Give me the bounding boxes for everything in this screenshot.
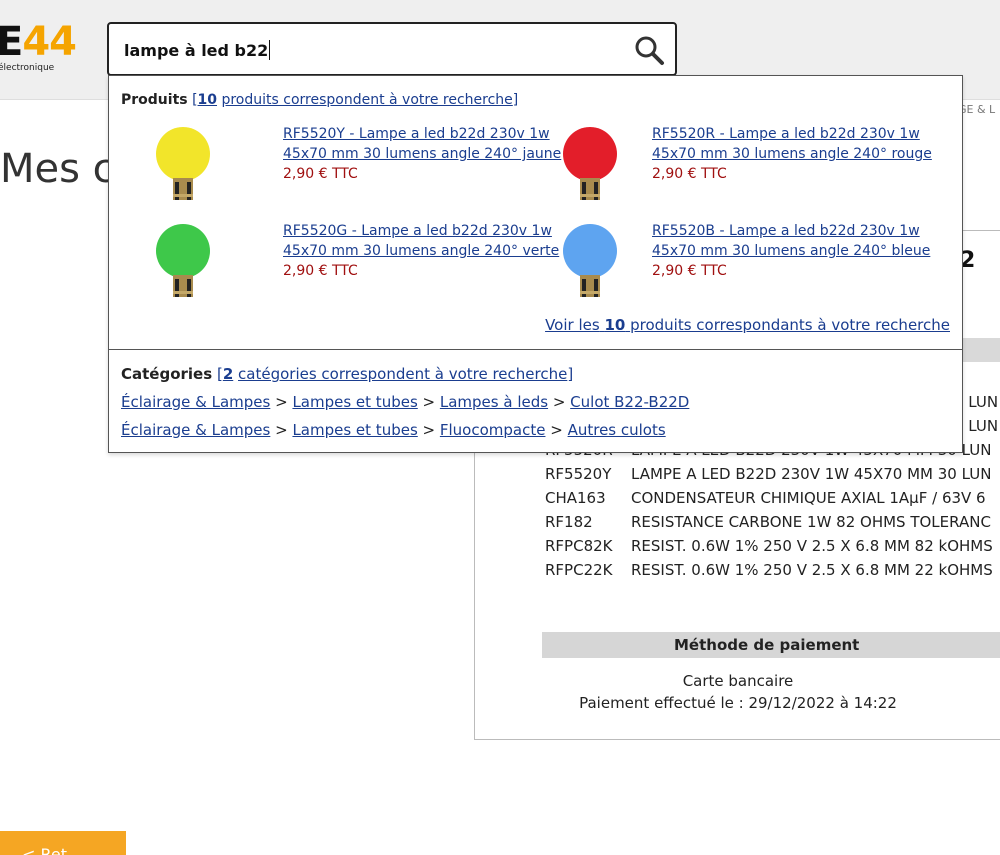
search-input-value: lampe à led b22 xyxy=(124,41,269,60)
order-line-desc: LAMPE A LED B22D 230V 1W 45X70 MM 30 LUN xyxy=(631,465,992,483)
order-line-ref: RF5520Y xyxy=(545,465,612,483)
payment-method: Carte bancaire xyxy=(682,672,794,690)
logo-prefix: E xyxy=(0,19,23,65)
categories-count-suffix: catégories correspondent à votre recherc… xyxy=(238,365,568,383)
payment-date: Paiement effectué le : 29/12/2022 à 14:2… xyxy=(579,694,897,712)
search-input[interactable]: lampe à led b22 xyxy=(124,40,271,60)
categories-heading: Catégories [2 catégories correspondent à… xyxy=(121,365,573,383)
order-line-ref: CHA163 xyxy=(545,489,606,507)
category-link[interactable]: Éclairage & Lampes xyxy=(121,393,270,411)
categories-count-link[interactable]: [2 catégories correspondent à votre rech… xyxy=(217,365,573,383)
category-link[interactable]: Lampes à leds xyxy=(440,393,548,411)
order-line: RF5520Y LAMPE A LED B22D 230V 1W 45X70 MM… xyxy=(545,462,998,486)
search-box[interactable]: lampe à led b22 xyxy=(107,22,677,76)
nav-menu-fragment[interactable]: GE & L xyxy=(958,103,995,116)
category-link[interactable]: Lampes et tubes xyxy=(292,393,417,411)
products-heading: Produits [10 produits correspondent à vo… xyxy=(121,92,518,108)
product-price: 2,90 € TTC xyxy=(283,166,358,182)
product-suggestion[interactable]: RF5520B - Lampe a led b22d 230v 1w 45x70… xyxy=(552,221,932,311)
order-line-desc: RESIST. 0.6W 1% 250 V 2.5 X 6.8 MM 22 kO… xyxy=(631,561,993,579)
category-link[interactable]: Autres culots xyxy=(568,421,666,439)
product-name-link[interactable]: RF5520Y - Lampe a led b22d 230v 1w 45x70… xyxy=(283,124,563,164)
order-line: RFPC82K RESIST. 0.6W 1% 250 V 2.5 X 6.8 M… xyxy=(545,534,998,558)
categories-count: 2 xyxy=(222,365,234,383)
products-count-suffix: produits correspondent à votre recherche xyxy=(221,92,513,108)
order-line: RF182 RESISTANCE CARBONE 1W 82 OHMS TOLER… xyxy=(545,510,998,534)
see-all-prefix: Voir les xyxy=(545,316,600,334)
see-all-products-link[interactable]: Voir les 10 produits correspondants à vo… xyxy=(545,316,950,334)
products-count-link[interactable]: [10 produits correspondent à votre reche… xyxy=(192,92,518,108)
page-title: Mes c xyxy=(0,146,115,192)
category-path: Éclairage & Lampes > Lampes et tubes > L… xyxy=(121,393,690,411)
category-link[interactable]: Culot B22-B22D xyxy=(570,393,689,411)
category-link[interactable]: Éclairage & Lampes xyxy=(121,421,270,439)
order-line-desc: RESIST. 0.6W 1% 250 V 2.5 X 6.8 MM 82 kO… xyxy=(631,537,993,555)
search-suggestions-dropdown: Produits [10 produits correspondent à vo… xyxy=(108,75,963,453)
order-line: CHA163 CONDENSATEUR CHIMIQUE AXIAL 1AµF /… xyxy=(545,486,998,510)
logo-wordmark: E44 xyxy=(0,18,77,66)
see-all-count: 10 xyxy=(604,316,626,334)
see-all-suffix: produits correspondants à votre recherch… xyxy=(630,316,950,334)
categories-label: Catégories xyxy=(121,365,213,383)
bulb-blue-icon xyxy=(563,224,617,297)
category-link[interactable]: Fluocompacte xyxy=(440,421,546,439)
product-price: 2,90 € TTC xyxy=(652,166,727,182)
order-line-ref: RFPC22K xyxy=(545,561,613,579)
product-suggestion[interactable]: RF5520Y - Lampe a led b22d 230v 1w 45x70… xyxy=(145,124,561,214)
search-icon[interactable] xyxy=(633,34,665,66)
bulb-yellow-icon xyxy=(156,127,210,200)
order-line-ref: RFPC82K xyxy=(545,537,613,555)
product-name-link[interactable]: RF5520B - Lampe a led b22d 230v 1w 45x70… xyxy=(652,221,932,261)
product-price: 2,90 € TTC xyxy=(652,263,727,279)
site-logo[interactable]: E44 électronique xyxy=(0,19,84,76)
logo-subtitle: électronique xyxy=(0,63,55,73)
products-count: 10 xyxy=(197,92,218,108)
order-line-ref: RF182 xyxy=(545,513,593,531)
product-name-link[interactable]: RF5520R - Lampe a led b22d 230v 1w 45x70… xyxy=(652,124,932,164)
order-line-desc: CONDENSATEUR CHIMIQUE AXIAL 1AµF / 63V 6 xyxy=(631,489,986,507)
product-name-link[interactable]: RF5520G - Lampe a led b22d 230v 1w 45x70… xyxy=(283,221,563,261)
bulb-green-icon xyxy=(156,224,210,297)
back-button[interactable]: < Ret xyxy=(0,831,126,855)
text-caret xyxy=(269,40,271,60)
category-path: Éclairage & Lampes > Lampes et tubes > F… xyxy=(121,421,666,439)
category-link[interactable]: Lampes et tubes xyxy=(292,421,417,439)
payment-heading: Méthode de paiement xyxy=(542,632,1000,658)
order-line: RFPC22K RESIST. 0.6W 1% 250 V 2.5 X 6.8 M… xyxy=(545,558,998,582)
product-suggestion[interactable]: RF5520R - Lampe a led b22d 230v 1w 45x70… xyxy=(552,124,932,214)
order-line-desc: RESISTANCE CARBONE 1W 82 OHMS TOLERANC xyxy=(631,513,991,531)
products-label: Produits xyxy=(121,92,188,108)
dropdown-divider xyxy=(109,349,962,350)
payment-info: Carte bancaire Paiement effectué le : 29… xyxy=(474,670,1000,714)
bulb-red-icon xyxy=(563,127,617,200)
logo-suffix: 44 xyxy=(22,19,77,65)
product-price: 2,90 € TTC xyxy=(283,263,358,279)
product-suggestion[interactable]: RF5520G - Lampe a led b22d 230v 1w 45x70… xyxy=(145,221,559,311)
